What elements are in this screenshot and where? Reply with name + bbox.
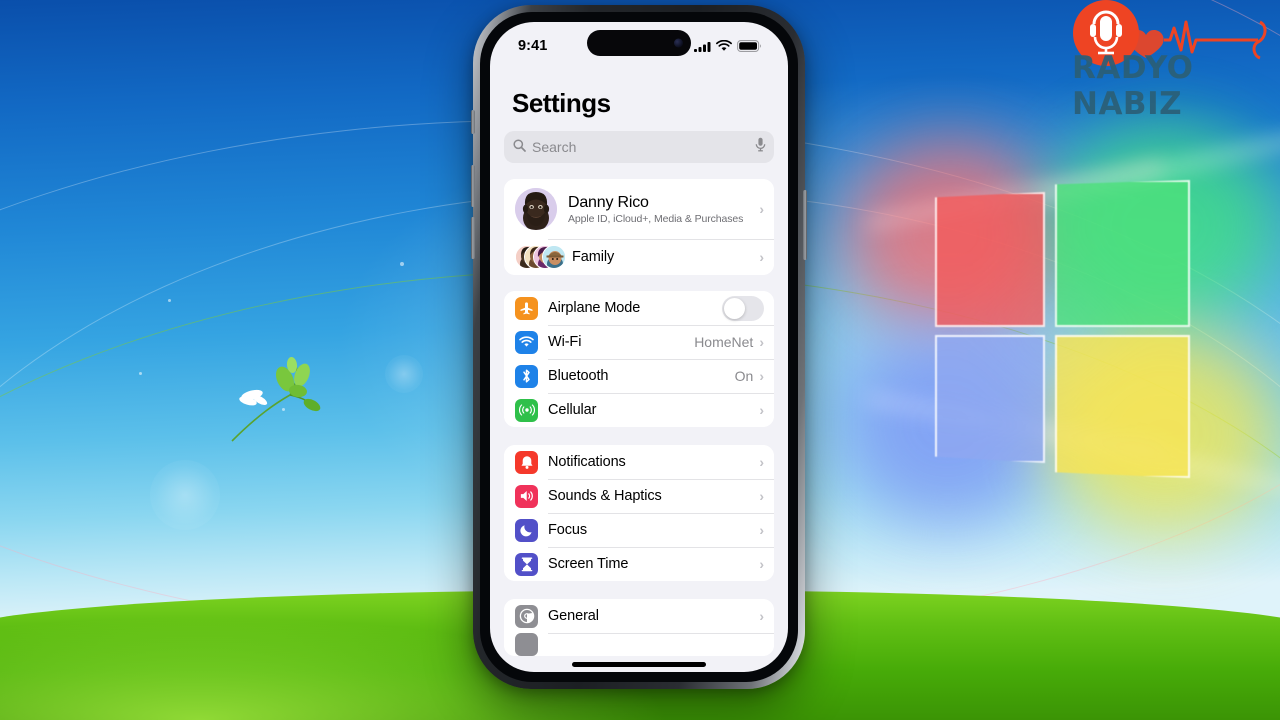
chevron-right-icon: › xyxy=(759,201,764,217)
general-label: General xyxy=(548,608,599,624)
settings-group-account: Danny Rico Apple ID, iCloud+, Media & Pu… xyxy=(504,179,774,275)
hourglass-icon xyxy=(515,552,538,576)
family-avatar-4 xyxy=(542,245,566,269)
settings-row-notifications[interactable]: Notifications › xyxy=(504,445,774,479)
apple-id-row[interactable]: Danny Rico Apple ID, iCloud+, Media & Pu… xyxy=(504,179,774,239)
windows-pane-yellow xyxy=(1055,335,1190,478)
bell-icon xyxy=(515,450,538,474)
profile-subtitle: Apple ID, iCloud+, Media & Purchases xyxy=(568,212,744,225)
bluetooth-value: On xyxy=(734,368,754,384)
settings-row-cellular[interactable]: Cellular › xyxy=(504,393,774,427)
wallpaper-plant-sprig xyxy=(231,357,321,442)
chevron-right-icon: › xyxy=(759,522,764,538)
chevron-right-icon: › xyxy=(759,402,764,418)
microphone-icon[interactable] xyxy=(755,137,766,157)
family-label: Family xyxy=(572,249,615,265)
settings-row-screen-time[interactable]: Screen Time › xyxy=(504,547,774,581)
home-indicator[interactable] xyxy=(572,662,706,667)
cellular-icon xyxy=(515,398,538,422)
status-time: 9:41 xyxy=(518,38,548,54)
page-title: Settings xyxy=(512,88,611,118)
settings-row-partial-next[interactable] xyxy=(504,633,774,656)
volume-down-button[interactable] xyxy=(471,217,475,259)
signal-bars-icon xyxy=(694,41,711,52)
volume-up-button[interactable] xyxy=(471,165,475,207)
windows-logo-glow xyxy=(840,125,1280,535)
bluetooth-icon xyxy=(515,364,538,388)
chevron-right-icon: › xyxy=(759,368,764,384)
settings-row-wifi[interactable]: Wi-Fi HomeNet › xyxy=(504,325,774,359)
battery-full-icon xyxy=(737,40,761,52)
family-avatars xyxy=(515,244,566,270)
chevron-right-icon: › xyxy=(759,556,764,572)
profile-name: Danny Rico xyxy=(568,193,649,211)
sounds-haptics-label: Sounds & Haptics xyxy=(548,488,662,504)
settings-row-bluetooth[interactable]: Bluetooth On › xyxy=(504,359,774,393)
memoji-avatar xyxy=(515,188,557,230)
iphone-device: 9:41 Settings Search Danny Rico Apple ID… xyxy=(471,5,807,689)
wallpaper-bokeh-1 xyxy=(150,460,220,530)
wallpaper-sparkle-2 xyxy=(139,372,142,375)
family-row[interactable]: Family › xyxy=(504,239,774,275)
phone-screen: 9:41 Settings Search Danny Rico Apple ID… xyxy=(490,22,788,672)
toggle-knob xyxy=(724,297,745,319)
cellular-label: Cellular xyxy=(548,402,597,418)
windows-pane-blue xyxy=(935,335,1045,463)
chevron-right-icon: › xyxy=(759,608,764,624)
settings-row-focus[interactable]: Focus › xyxy=(504,513,774,547)
settings-group-system: General › xyxy=(504,599,774,656)
wallpaper-bokeh-2 xyxy=(385,355,423,393)
phone-bezel: 9:41 Settings Search Danny Rico Apple ID… xyxy=(480,12,798,682)
search-input[interactable] xyxy=(532,139,755,155)
power-button[interactable] xyxy=(803,190,807,260)
settings-row-general[interactable]: General › xyxy=(504,599,774,633)
chevron-right-icon: › xyxy=(759,454,764,470)
settings-row-airplane-mode[interactable]: Airplane Mode xyxy=(504,291,774,325)
bluetooth-label: Bluetooth xyxy=(548,368,609,384)
control-center-icon xyxy=(515,633,538,656)
action-button[interactable] xyxy=(471,110,475,134)
airplane-mode-toggle[interactable] xyxy=(722,295,764,321)
airplane-mode-label: Airplane Mode xyxy=(548,300,641,316)
dynamic-island xyxy=(587,30,691,56)
wallpaper-sparkle-1 xyxy=(168,299,171,302)
apple-id-text: Danny Rico Apple ID, iCloud+, Media & Pu… xyxy=(568,194,759,225)
status-icons xyxy=(694,40,762,52)
settings-scroll-view[interactable]: Settings Search Danny Rico Apple ID, iCl… xyxy=(490,66,788,672)
search-bar[interactable] xyxy=(504,131,774,163)
wifi-icon xyxy=(716,40,732,51)
radyo-nabiz-wordmark: RADYO NABIZ xyxy=(1072,50,1194,122)
focus-label: Focus xyxy=(548,522,587,538)
radyo-nabiz-watermark: RADYO NABIZ xyxy=(1068,0,1280,122)
wallpaper-sparkle-4 xyxy=(400,262,404,266)
screen-time-label: Screen Time xyxy=(548,556,629,572)
chevron-right-icon: › xyxy=(759,249,764,265)
search-icon xyxy=(513,139,526,155)
wifi-label: Wi-Fi xyxy=(548,334,582,350)
settings-row-sounds-haptics[interactable]: Sounds & Haptics › xyxy=(504,479,774,513)
settings-group-connectivity: Airplane Mode Wi-Fi HomeNet › Bluetooth … xyxy=(504,291,774,427)
chevron-right-icon: › xyxy=(759,488,764,504)
notifications-label: Notifications xyxy=(548,454,626,470)
settings-group-alerts: Notifications › Sounds & Haptics › Focus… xyxy=(504,445,774,581)
windows-pane-green xyxy=(1055,180,1190,327)
front-camera-icon xyxy=(674,38,683,48)
wifi-value: HomeNet xyxy=(694,334,754,350)
gear-icon xyxy=(515,604,538,628)
speaker-icon xyxy=(515,484,538,508)
windows-pane-red xyxy=(935,192,1045,327)
wifi-icon xyxy=(515,330,538,354)
airplane-icon xyxy=(515,296,538,320)
chevron-right-icon: › xyxy=(759,334,764,350)
moon-icon xyxy=(515,518,538,542)
